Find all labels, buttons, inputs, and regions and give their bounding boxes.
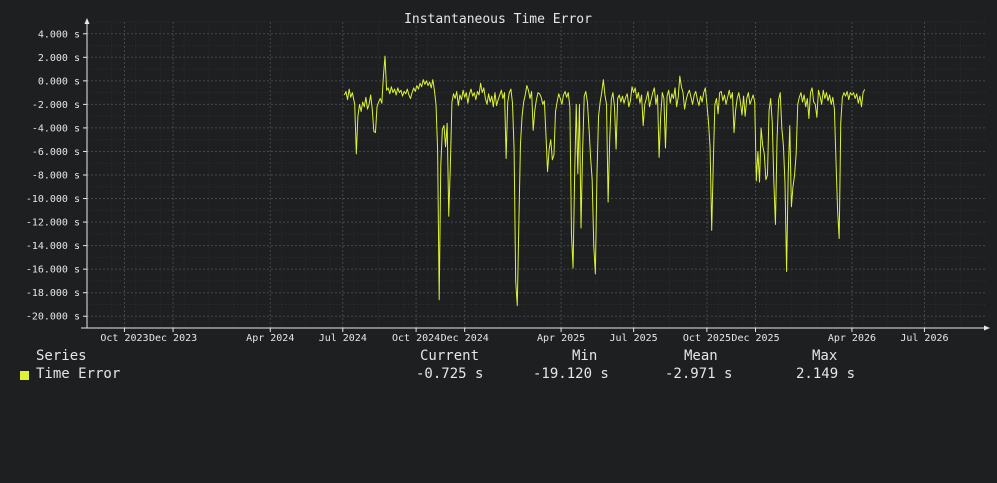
x-tick-label: Jul 2024	[319, 333, 367, 344]
legend-swatch-time-error	[20, 371, 29, 380]
y-tick-label: 0.000 s	[38, 76, 80, 87]
x-tick-label: Dec 2023	[149, 333, 197, 344]
chart-axes	[81, 18, 990, 331]
legend-header-mean: Mean	[684, 348, 718, 364]
legend-row-min: -19.120 s	[533, 366, 609, 382]
y-tick-label: -4.000 s	[32, 123, 80, 134]
y-tick-label: 4.000 s	[38, 29, 80, 40]
x-tick-label: Apr 2024	[246, 333, 294, 344]
y-tick-labels: 4.000 s 2.000 s 0.000 s -2.000 s -4.000 s -6.…	[26, 29, 87, 323]
y-tick-label: 2.000 s	[38, 53, 80, 64]
x-tick-labels: Oct 2023 Dec 2023 Apr 2024 Jul 2024 Oct 2024…	[100, 328, 949, 344]
y-tick-label: -14.000 s	[26, 241, 80, 252]
legend-header-current: Current	[420, 348, 480, 364]
x-tick-label: Apr 2025	[537, 333, 585, 344]
x-tick-label: Jul 2026	[900, 333, 948, 344]
series-line-time-error	[343, 55, 866, 307]
time-error-chart: 4.000 s 2.000 s 0.000 s -2.000 s -4.000 s -6.…	[26, 12, 990, 344]
y-tick-label: -16.000 s	[26, 265, 80, 276]
y-tick-label: -20.000 s	[26, 312, 80, 323]
x-tick-label: Oct 2024	[392, 333, 440, 344]
x-tick-label: Apr 2026	[828, 333, 876, 344]
x-tick-label: Jul 2025	[610, 333, 658, 344]
y-tick-label: -12.000 s	[26, 218, 80, 229]
legend-row-mean: -2.971 s	[665, 366, 733, 382]
x-axis-arrow-icon	[984, 325, 990, 331]
chart-title: Instantaneous Time Error	[404, 12, 592, 27]
legend-row-current: -0.725 s	[416, 366, 484, 382]
chart-grid	[87, 21, 985, 329]
legend-row-max: 2.149 s	[796, 366, 856, 382]
legend-header-min: Min	[572, 348, 598, 364]
y-tick-label: -8.000 s	[32, 171, 80, 182]
y-tick-label: -10.000 s	[26, 194, 80, 205]
x-tick-label: Oct 2025	[683, 333, 731, 344]
y-axis-arrow-icon	[84, 18, 90, 24]
y-tick-label: -2.000 s	[32, 100, 80, 111]
x-tick-label: Dec 2025	[731, 333, 779, 344]
y-tick-label: -6.000 s	[32, 147, 80, 158]
legend-header-max: Max	[812, 348, 838, 364]
x-tick-label: Dec 2024	[441, 333, 489, 344]
y-tick-label: -18.000 s	[26, 288, 80, 299]
x-tick-label: Oct 2023	[100, 333, 148, 344]
chart-series	[343, 55, 866, 307]
legend-row-name: Time Error	[36, 366, 121, 382]
legend-header-series: Series	[36, 348, 87, 364]
